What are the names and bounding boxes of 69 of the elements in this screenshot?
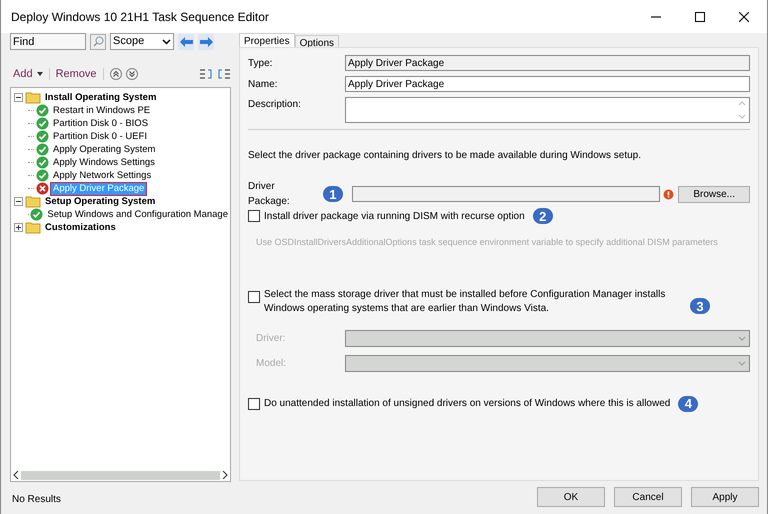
- back-button[interactable]: [178, 34, 194, 50]
- status-text: No Results: [11, 493, 62, 507]
- chevron-left-icon[interactable]: [13, 471, 19, 479]
- folder-icon: [25, 221, 41, 234]
- chevron-down-icon: [162, 38, 171, 44]
- find-field[interactable]: Find: [10, 33, 86, 50]
- remove-button[interactable]: Remove: [56, 66, 97, 82]
- tree-item[interactable]: Partition Disk 0 - UEFI: [51, 130, 149, 142]
- collapse-icon[interactable]: [14, 93, 23, 102]
- maximize-icon[interactable]: [695, 12, 705, 22]
- checkbox-label: Do unattended installation of unsigned drivers on versions of Windows where this is allowed: [264, 397, 670, 411]
- add-button[interactable]: Add: [10, 66, 33, 82]
- hint-text: Use OSDInstallDriversAdditionalOptions task sequence environment variable to specify additional DISM parameters: [255, 236, 719, 249]
- forward-button[interactable]: [198, 34, 214, 50]
- expand-icon[interactable]: [14, 223, 23, 232]
- tree-item[interactable]: Install Operating System: [43, 92, 158, 104]
- field-label: Driver Package:: [248, 180, 291, 209]
- checkbox[interactable]: [248, 398, 260, 410]
- arrow-left-icon: [180, 36, 192, 46]
- tree-item[interactable]: Partition Disk 0 - BIOS: [51, 118, 150, 130]
- folder-icon: [25, 91, 41, 104]
- horizontal-scrollbar[interactable]: [11, 469, 230, 481]
- type-field: Apply Driver Package: [345, 55, 750, 71]
- intro-text: Select the driver package containing drivers to be made available during Windows setup.: [248, 149, 642, 163]
- dialog-button[interactable]: Apply: [691, 487, 759, 507]
- chevron-down-icon: [738, 360, 746, 366]
- list-icon[interactable]: [217, 68, 231, 80]
- tab[interactable]: Options: [294, 35, 340, 47]
- tree-item[interactable]: Customizations: [43, 222, 118, 234]
- move-up-icon[interactable]: [110, 68, 122, 80]
- field-label: Driver:: [255, 332, 286, 346]
- scope-dropdown[interactable]: Scope: [110, 33, 174, 50]
- field-label: Name:: [248, 78, 278, 92]
- tab[interactable]: Properties: [239, 33, 295, 47]
- collapse-icon[interactable]: [14, 197, 23, 206]
- window-title: Deploy Windows 10 21H1 Task Sequence Editor: [11, 8, 270, 26]
- callout-badge: 1: [322, 186, 343, 202]
- tree-item[interactable]: Setup Windows and Configuration Manage: [45, 208, 230, 220]
- checkbox-label: Install driver package via running DISM with recurse option: [264, 210, 525, 224]
- tree-item[interactable]: Apply Windows Settings: [51, 156, 157, 168]
- callout-badge: 3: [690, 298, 710, 314]
- list-icon[interactable]: [199, 68, 213, 80]
- description-field[interactable]: [345, 97, 750, 123]
- chevron-down-icon: [738, 336, 746, 340]
- dialog-button[interactable]: Cancel: [614, 487, 682, 507]
- dialog-button[interactable]: OK: [537, 487, 605, 507]
- search-icon: [92, 36, 104, 47]
- tree-item[interactable]: Apply Operating System: [51, 144, 158, 156]
- field-label: Description:: [248, 98, 302, 112]
- chevron-right-icon[interactable]: [222, 471, 228, 479]
- checkbox[interactable]: [248, 210, 260, 222]
- tree-item[interactable]: Restart in Windows PE: [51, 104, 152, 116]
- field-label: Model:: [255, 356, 288, 370]
- name-field[interactable]: Apply Driver Package: [345, 76, 750, 92]
- caret-icon: [36, 72, 43, 76]
- field-label: Type:: [248, 56, 274, 70]
- driver-package-field[interactable]: [352, 186, 660, 202]
- folder-icon: [25, 195, 41, 208]
- close-icon[interactable]: [739, 12, 749, 22]
- checkbox-label: Select the mass storage driver that must be installed before Configuration Manager installs Windows operating systems that are earlier than Windows Vista.: [264, 288, 666, 316]
- scroll-arrows-icon: [738, 99, 746, 121]
- checkbox[interactable]: [248, 290, 260, 302]
- tree-item[interactable]: Apply Network Settings: [51, 170, 154, 182]
- callout-badge: 2: [532, 208, 553, 224]
- move-down-icon[interactable]: [126, 68, 138, 80]
- arrow-right-icon: [200, 36, 212, 46]
- browse-button[interactable]: Browse...: [678, 186, 750, 202]
- tree-item[interactable]: Setup Operating System: [43, 196, 158, 208]
- callout-badge: 4: [678, 396, 698, 412]
